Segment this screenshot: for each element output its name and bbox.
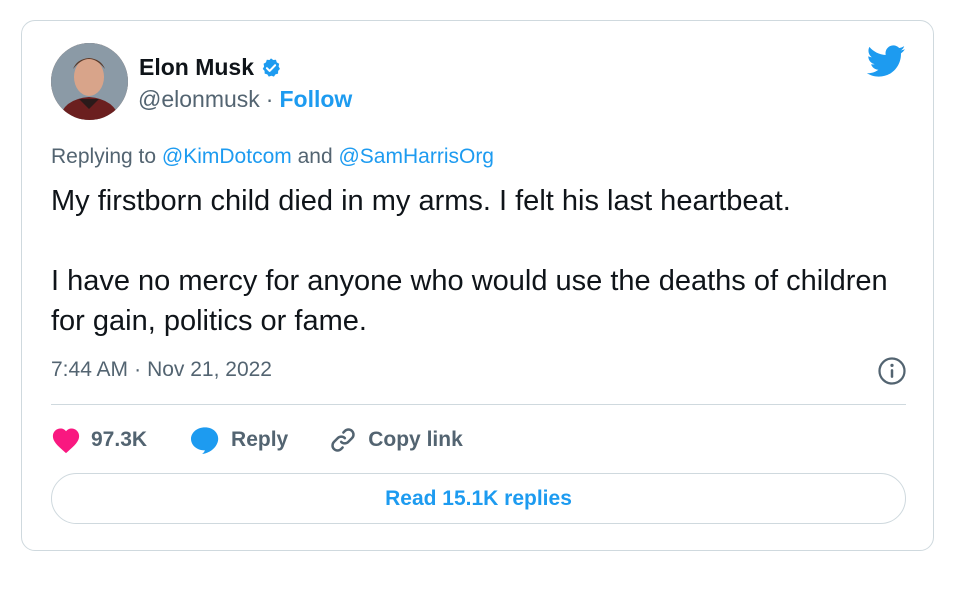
likes-count: 97.3K — [91, 428, 148, 451]
avatar[interactable] — [51, 43, 128, 120]
handle-row: @elonmusk · Follow — [138, 86, 352, 113]
separator-dot: · — [134, 358, 142, 381]
author-handle[interactable]: @elonmusk — [138, 86, 260, 113]
replying-to: Replying to @KimDotcom and @SamHarrisOrg — [51, 145, 494, 169]
twitter-bird-icon[interactable] — [866, 45, 906, 78]
info-icon[interactable] — [877, 356, 907, 386]
replying-prefix: Replying to — [51, 145, 157, 168]
tweet-text: My firstborn child died in my arms. I fe… — [51, 185, 888, 337]
tweet-date[interactable]: Nov 21, 2022 — [147, 358, 272, 382]
reply-bubble-icon — [191, 427, 219, 454]
copy-link-label: Copy link — [368, 428, 463, 451]
mention-link[interactable]: @SamHarrisOrg — [338, 145, 494, 168]
tweet-card: Elon Musk @elonmusk · Follow Replying to… — [21, 20, 934, 551]
copy-link-button[interactable]: Copy link — [328, 425, 463, 455]
actions-bar: 97.3K Reply Copy link — [51, 425, 463, 455]
divider — [51, 404, 906, 405]
reply-label: Reply — [231, 428, 289, 451]
tweet-time[interactable]: 7:44 AM — [51, 358, 128, 382]
separator-dot: · — [265, 86, 274, 112]
follow-button[interactable]: Follow — [279, 86, 352, 113]
replying-conjunction: and — [297, 145, 333, 168]
verified-badge-icon — [260, 57, 282, 79]
like-button[interactable]: 97.3K — [51, 426, 147, 454]
author-name-row[interactable]: Elon Musk — [139, 54, 282, 81]
read-replies-button[interactable]: Read 15.1K replies — [51, 473, 906, 524]
mention-link[interactable]: @KimDotcom — [162, 145, 292, 168]
heart-icon — [52, 428, 80, 454]
author-name[interactable]: Elon Musk — [139, 54, 254, 81]
link-icon — [331, 428, 355, 452]
reply-button[interactable]: Reply — [189, 425, 288, 455]
timestamp[interactable]: 7:44 AM · Nov 21, 2022 — [51, 358, 272, 382]
